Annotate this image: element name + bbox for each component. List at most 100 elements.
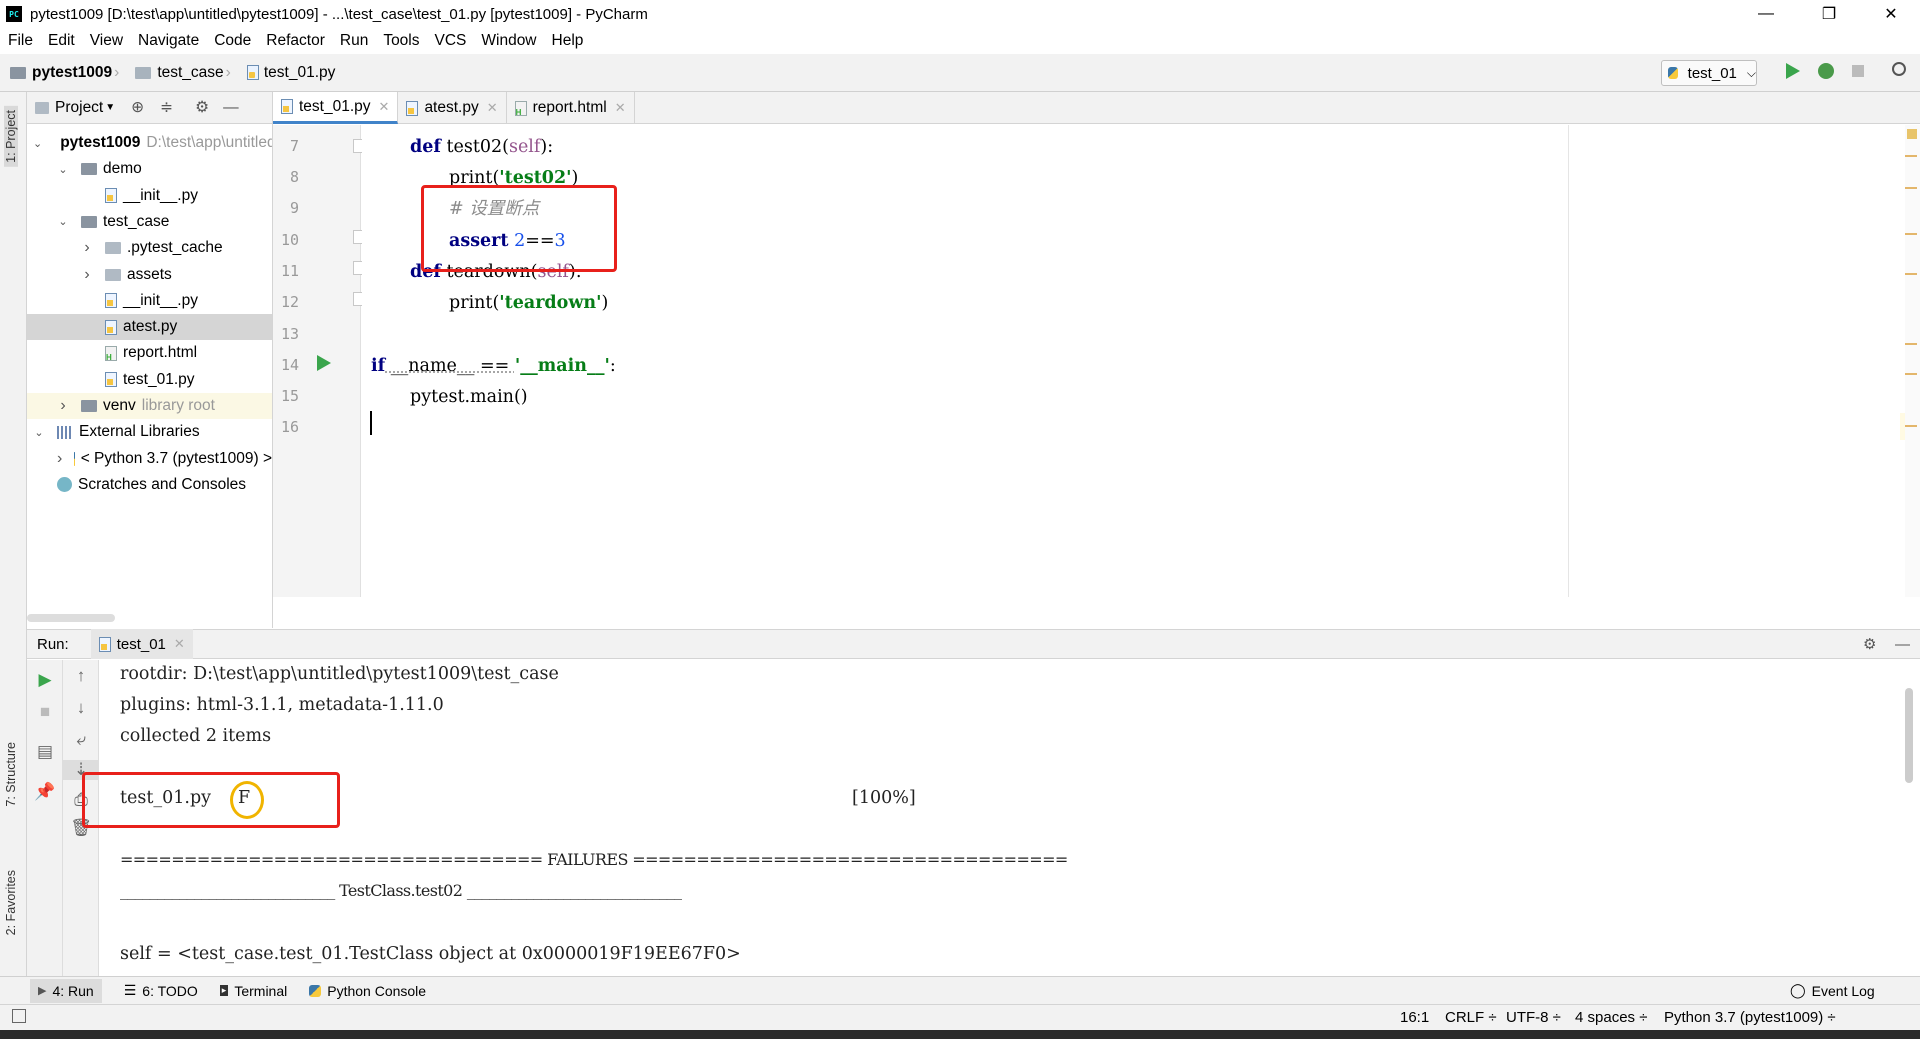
breadcrumb-file[interactable]: test_01.py: [237, 64, 335, 82]
console-scrollbar[interactable]: [1905, 688, 1913, 783]
chevron-down-icon[interactable]: ⌄: [33, 137, 42, 150]
search-icon[interactable]: [1892, 62, 1906, 76]
chevron-down-icon[interactable]: ⌄: [57, 215, 69, 228]
tree-item[interactable]: ⌄ External Libraries: [27, 419, 272, 445]
title-bar: PC pytest1009 [D:\test\app\untitled\pyte…: [0, 0, 1920, 28]
gear-icon[interactable]: ⚙: [1863, 635, 1876, 653]
restore-button[interactable]: ❐: [1806, 0, 1852, 28]
down-arrow-icon[interactable]: ↓: [63, 698, 99, 718]
close-button[interactable]: ✕: [1868, 0, 1914, 28]
close-icon[interactable]: ✕: [487, 100, 498, 116]
bottom-tab-run[interactable]: ▶ 4: Run: [30, 978, 102, 1003]
debug-icon[interactable]: [1818, 63, 1834, 79]
chevron-down-icon[interactable]: ▼: [105, 102, 115, 113]
tab-test-01[interactable]: test_01.py ✕: [273, 92, 399, 124]
bottom-tab-python-console[interactable]: Python Console: [309, 983, 426, 999]
menu-view[interactable]: View: [90, 32, 123, 50]
tree-item[interactable]: __init__.py: [27, 288, 272, 314]
tree-item[interactable]: test_01.py: [27, 367, 272, 393]
tree-item[interactable]: ⌄ pytest1009 D:\test\app\untitled: [27, 130, 272, 156]
editor-scroll-markers[interactable]: [1905, 125, 1920, 597]
run-icon[interactable]: [1786, 63, 1800, 79]
run-tab-test-01[interactable]: test_01 ✕: [90, 629, 193, 659]
menu-tools[interactable]: Tools: [383, 32, 419, 50]
menu-file[interactable]: File: [8, 32, 33, 50]
up-arrow-icon[interactable]: ↑: [63, 666, 99, 686]
menu-code[interactable]: Code: [214, 32, 251, 50]
project-view-icon: [35, 101, 49, 114]
menu-help[interactable]: Help: [552, 32, 584, 50]
run-console-output[interactable]: rootdir: D:\test\app\untitled\pytest1009…: [100, 660, 1900, 976]
stop-icon[interactable]: [1852, 65, 1864, 77]
chevron-right-icon[interactable]: ›: [81, 266, 93, 284]
tab-atest[interactable]: atest.py ✕: [398, 92, 507, 124]
python-interpreter[interactable]: Python 3.7 (pytest1009) ÷: [1664, 1009, 1836, 1026]
chevron-right-icon[interactable]: ›: [57, 450, 62, 468]
close-icon[interactable]: ✕: [615, 100, 626, 116]
close-icon[interactable]: ✕: [174, 636, 185, 652]
console-test-header: _____________________________ TestClass.…: [120, 881, 682, 900]
warning-stripe[interactable]: [1905, 155, 1917, 157]
tree-item[interactable]: › < Python 3.7 (pytest1009) >: [27, 446, 272, 472]
event-log-button[interactable]: ◯ Event Log: [1790, 982, 1875, 999]
minimize-button[interactable]: —: [1743, 0, 1789, 28]
menu-refactor[interactable]: Refactor: [266, 32, 325, 50]
breadcrumb-folder[interactable]: test_case ›: [125, 64, 231, 82]
warning-stripe[interactable]: [1905, 425, 1917, 427]
collapse-all-icon[interactable]: ≑: [160, 98, 173, 117]
locate-icon[interactable]: ⊕: [131, 98, 144, 117]
project-tool-tab[interactable]: 1: Project: [4, 106, 18, 167]
warning-stripe[interactable]: [1905, 273, 1917, 275]
structure-tool-tab[interactable]: 7: Structure: [4, 742, 18, 807]
tree-item[interactable]: Scratches and Consoles: [27, 472, 272, 498]
run-config-selector[interactable]: test_01 ⌵: [1661, 60, 1757, 86]
breadcrumb-project[interactable]: pytest1009 ›: [0, 64, 119, 82]
caret-position[interactable]: 16:1: [1400, 1009, 1429, 1026]
menu-edit[interactable]: Edit: [48, 32, 75, 50]
file-encoding[interactable]: UTF-8 ÷: [1506, 1009, 1561, 1026]
tree-item[interactable]: atest.py: [27, 314, 272, 341]
tab-report[interactable]: report.html✕: [507, 92, 635, 124]
warning-stripe[interactable]: [1905, 233, 1917, 235]
chevron-right-icon[interactable]: ›: [57, 397, 69, 415]
rerun-icon[interactable]: ▶: [27, 670, 63, 690]
line-number: 12: [280, 293, 299, 311]
menu-vcs[interactable]: VCS: [435, 32, 467, 50]
tree-item[interactable]: ⌄ demo: [27, 156, 272, 182]
tree-item[interactable]: __init__.py: [27, 183, 272, 209]
chevron-right-icon[interactable]: ›: [81, 239, 93, 257]
favorites-tool-tab[interactable]: 2: Favorites: [4, 870, 18, 935]
warning-stripe[interactable]: [1905, 373, 1917, 375]
line-separator[interactable]: CRLF ÷: [1445, 1009, 1497, 1026]
project-view-selector[interactable]: Project: [55, 99, 103, 117]
warning-stripe[interactable]: [1905, 187, 1917, 189]
pin-icon[interactable]: 📌: [27, 782, 63, 802]
toggle-tool-windows-icon[interactable]: [12, 1009, 26, 1023]
hide-icon[interactable]: —: [223, 99, 239, 117]
horizontal-scrollbar[interactable]: [27, 614, 115, 622]
tree-item[interactable]: report.html: [27, 340, 272, 366]
gear-icon[interactable]: ⚙: [195, 98, 209, 117]
chevron-down-icon[interactable]: ⌄: [33, 426, 45, 439]
folder-icon: [81, 400, 97, 412]
tree-item[interactable]: › assets: [27, 262, 272, 288]
tree-item[interactable]: › .pytest_cache: [27, 235, 272, 261]
folder-icon: [10, 66, 26, 79]
menu-run[interactable]: Run: [340, 32, 368, 50]
menu-window[interactable]: Window: [481, 32, 536, 50]
bottom-tab-terminal[interactable]: ▸ Terminal: [219, 983, 287, 999]
layout-icon[interactable]: ▤: [27, 742, 63, 762]
soft-wrap-icon[interactable]: ⤶: [63, 730, 99, 750]
hide-icon[interactable]: —: [1895, 636, 1910, 653]
bottom-tab-todo[interactable]: ☰ 6: TODO: [124, 982, 198, 999]
tree-item[interactable]: › venv library root: [27, 393, 272, 419]
chevron-down-icon[interactable]: ⌄: [57, 163, 69, 176]
warning-indicator-icon[interactable]: [1907, 129, 1917, 139]
tree-item[interactable]: ⌄ test_case: [27, 209, 272, 235]
menu-navigate[interactable]: Navigate: [138, 32, 199, 50]
run-gutter-icon[interactable]: [317, 355, 331, 371]
stop-icon[interactable]: ■: [27, 702, 63, 722]
close-icon[interactable]: ✕: [379, 99, 390, 115]
warning-stripe[interactable]: [1905, 343, 1917, 345]
indent-setting[interactable]: 4 spaces ÷: [1575, 1009, 1647, 1026]
